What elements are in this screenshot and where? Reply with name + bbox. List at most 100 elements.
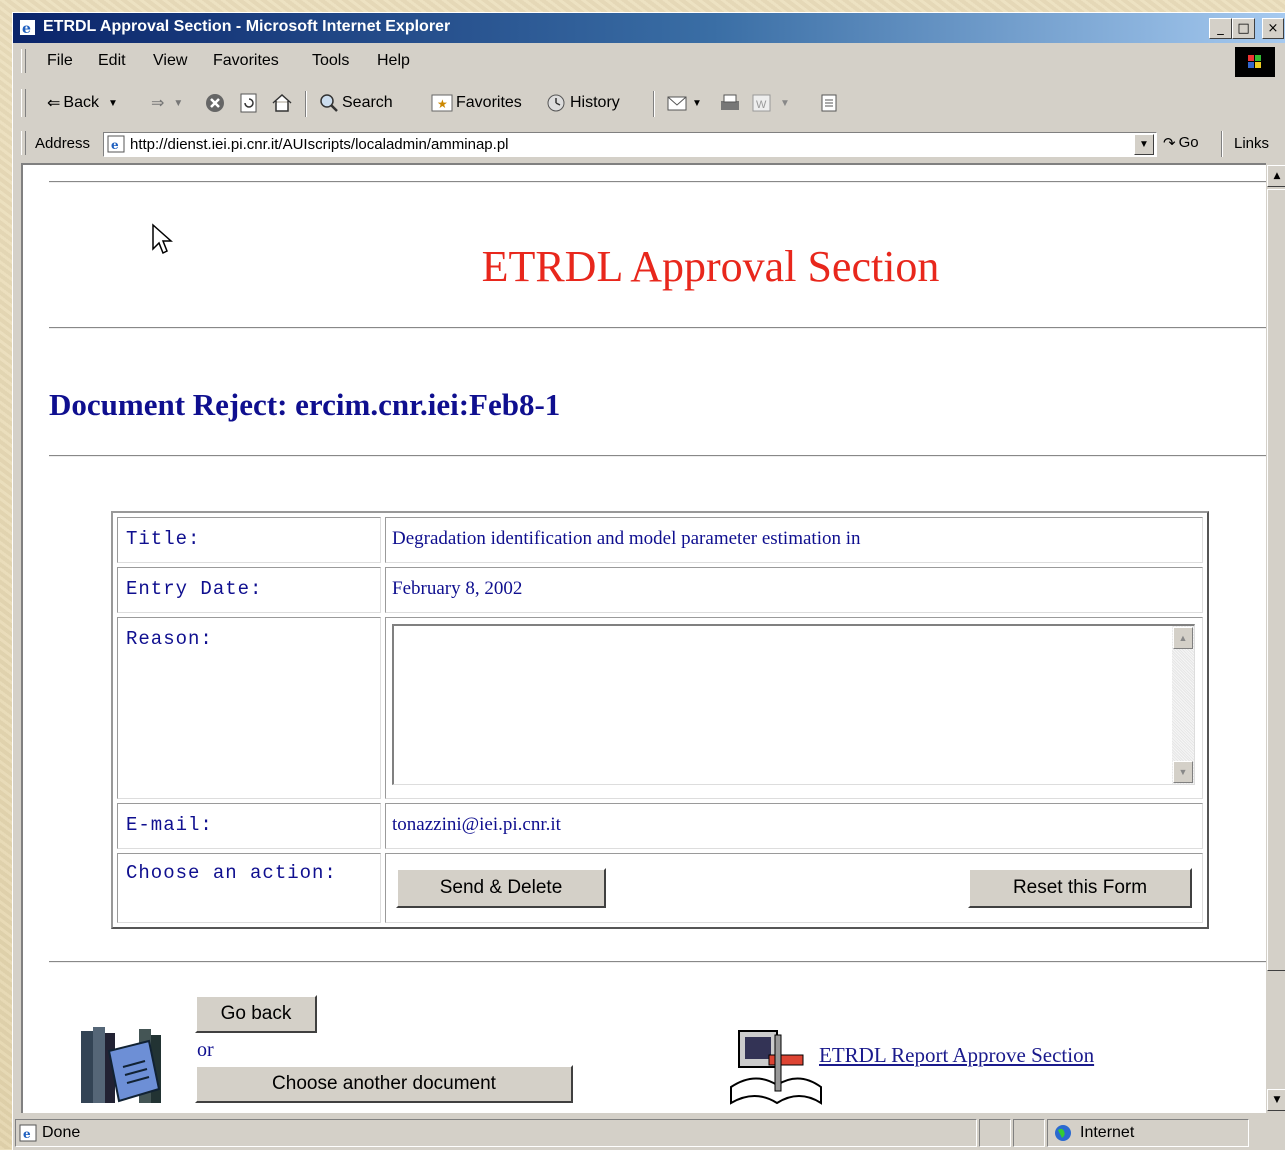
scroll-down-arrow-icon[interactable]: ▼	[1173, 761, 1193, 783]
choose-another-document-button[interactable]: Choose another document	[195, 1065, 573, 1103]
back-arrow-icon: ⇐	[47, 95, 61, 112]
report-computer-book-icon	[730, 1030, 822, 1105]
go-button[interactable]: ↷ Go	[1163, 134, 1199, 152]
table-row: Reason: ▲ ▼	[117, 617, 1203, 799]
menu-tools[interactable]: Tools	[312, 52, 349, 70]
divider	[49, 327, 1268, 329]
chevron-down-icon: ▼	[780, 97, 790, 109]
mail-icon	[667, 96, 687, 111]
back-button[interactable]: ⇐ Back ▼	[47, 93, 118, 113]
maximize-button[interactable]: □	[1232, 18, 1255, 39]
discuss-button[interactable]	[819, 93, 839, 113]
browser-window: e ETRDL Approval Section - Microsoft Int…	[12, 12, 1285, 1150]
forward-button[interactable]: ⇒ ▼	[151, 93, 183, 113]
favorites-icon: ★	[431, 94, 453, 112]
document-reject-heading: Document Reject: ercim.cnr.iei:Feb8-1	[49, 387, 561, 422]
title-value: Degradation identification and model par…	[385, 517, 1203, 563]
scroll-down-arrow-icon[interactable]: ▼	[1267, 1089, 1285, 1111]
menu-view[interactable]: View	[153, 52, 187, 70]
or-text: or	[197, 1039, 214, 1061]
stop-button[interactable]	[205, 93, 225, 113]
address-grip	[21, 131, 26, 155]
chevron-down-icon: ▼	[692, 97, 702, 109]
reason-textarea[interactable]: ▲ ▼	[392, 624, 1195, 785]
page-icon: e	[107, 135, 125, 153]
reason-cell: ▲ ▼	[385, 617, 1203, 799]
svg-text:e: e	[22, 21, 31, 36]
toolbar-separator	[653, 91, 655, 117]
page-done-icon: e	[19, 1124, 37, 1142]
windows-logo-icon	[1235, 47, 1275, 77]
chevron-down-icon: ▼	[1139, 139, 1149, 150]
security-zone-cell: Internet	[1047, 1119, 1249, 1147]
menu-grip	[21, 49, 26, 73]
menu-file[interactable]: File	[47, 52, 73, 70]
textarea-scrollbar[interactable]: ▲ ▼	[1172, 626, 1194, 784]
home-icon	[272, 93, 292, 112]
address-input[interactable]: e http://dienst.iei.pi.cnr.it/AUIscripts…	[103, 132, 1157, 157]
go-back-button[interactable]: Go back	[195, 995, 317, 1033]
books-icon	[81, 1027, 161, 1103]
status-cell	[979, 1119, 1011, 1147]
reset-form-button[interactable]: Reset this Form	[968, 868, 1192, 908]
status-bar: e Done Internet	[13, 1115, 1285, 1150]
discuss-icon	[821, 94, 837, 112]
menu-help[interactable]: Help	[377, 52, 410, 70]
scroll-thumb[interactable]	[1267, 189, 1285, 971]
divider	[49, 181, 1268, 183]
page-title: ETRDL Approval Section	[481, 242, 940, 291]
status-text-cell: e Done	[15, 1119, 977, 1147]
menu-edit[interactable]: Edit	[98, 52, 126, 70]
svg-text:★: ★	[437, 97, 448, 111]
table-row: Entry Date: February 8, 2002	[117, 567, 1203, 613]
search-icon	[320, 94, 338, 112]
action-label: Choose an action:	[117, 853, 381, 923]
menu-bar: File Edit View Favorites Tools Help	[13, 47, 1285, 77]
mail-button[interactable]: ▼	[667, 93, 702, 113]
page-scrollbar[interactable]: ▲ ▼	[1266, 163, 1285, 1113]
divider	[49, 455, 1268, 457]
forward-arrow-icon: ⇒	[151, 95, 165, 112]
refresh-button[interactable]	[239, 93, 259, 113]
address-url: http://dienst.iei.pi.cnr.it/AUIscripts/l…	[130, 136, 509, 153]
search-button[interactable]: Search	[319, 93, 393, 113]
edit-button[interactable]: W ▼	[751, 93, 790, 113]
action-cell: Send & Delete Reset this Form	[385, 853, 1203, 923]
svg-text:e: e	[23, 1127, 31, 1141]
status-text: Done	[42, 1124, 81, 1141]
history-button[interactable]: History	[545, 93, 620, 113]
scroll-up-arrow-icon[interactable]: ▲	[1173, 627, 1193, 649]
refresh-icon	[240, 93, 257, 113]
address-label: Address	[35, 135, 91, 152]
toolbar-separator	[305, 91, 307, 117]
scroll-up-arrow-icon[interactable]: ▲	[1267, 165, 1285, 187]
print-button[interactable]	[719, 93, 741, 113]
favorites-label: Favorites	[456, 94, 522, 111]
go-label: Go	[1178, 134, 1199, 151]
minimize-button[interactable]: _	[1209, 18, 1232, 39]
entry-date-label: Entry Date:	[117, 567, 381, 613]
globe-icon	[1055, 1125, 1071, 1141]
back-label: Back	[63, 94, 99, 111]
address-dropdown-button[interactable]: ▼	[1134, 134, 1154, 155]
close-button[interactable]: ×	[1262, 18, 1284, 39]
security-zone-text: Internet	[1080, 1124, 1135, 1141]
menu-favorites[interactable]: Favorites	[213, 52, 279, 70]
history-icon	[547, 94, 565, 112]
report-approve-section-link[interactable]: ETRDL Report Approve Section	[819, 1043, 1094, 1068]
reject-form-table: Title: Degradation identification and mo…	[111, 511, 1209, 929]
send-delete-button[interactable]: Send & Delete	[396, 868, 606, 908]
reason-label: Reason:	[117, 617, 381, 799]
favorites-button[interactable]: ★ Favorites	[431, 93, 522, 113]
divider	[49, 961, 1268, 963]
edit-word-icon: W	[752, 94, 771, 112]
table-row: Title: Degradation identification and mo…	[117, 517, 1203, 563]
links-button[interactable]: Links	[1234, 135, 1269, 152]
status-cell	[1013, 1119, 1045, 1147]
chevron-down-icon: ▼	[173, 97, 184, 109]
email-value: tonazzini@iei.pi.cnr.it	[385, 803, 1203, 849]
history-label: History	[570, 94, 620, 111]
table-row: Choose an action: Send & Delete Reset th…	[117, 853, 1203, 923]
standard-toolbar: ⇐ Back ▼ ⇒ ▼ Search ★ Favorites History	[13, 85, 1285, 121]
home-button[interactable]	[271, 93, 293, 113]
